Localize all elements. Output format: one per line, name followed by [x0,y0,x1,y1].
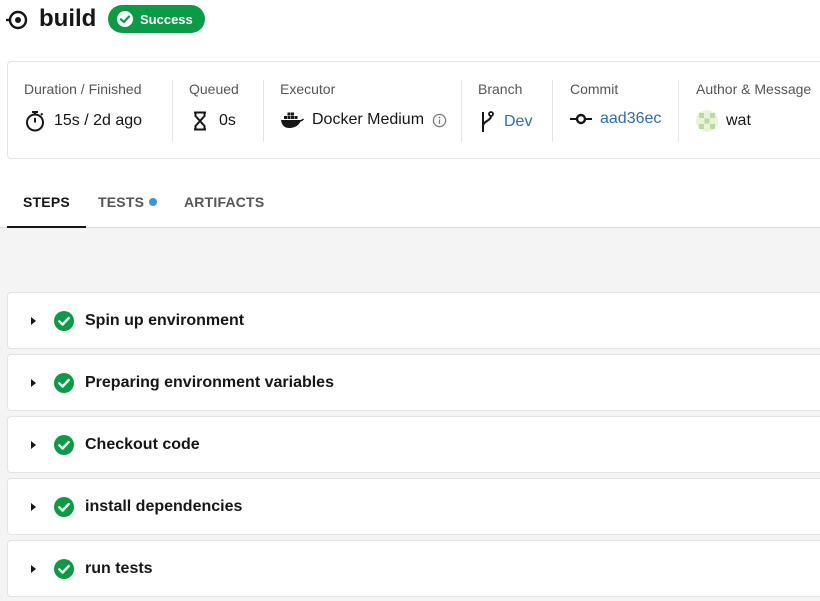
commit-value-row[interactable]: aad36ec [570,110,661,128]
step-label: install dependencies [85,497,243,515]
author-value-row: wat [696,110,751,132]
queued-value: 0s [219,112,236,129]
queued-label: Queued [189,81,239,97]
author-cell: Author & Message wat [696,62,820,158]
success-check-icon [54,558,74,579]
step-row[interactable]: Checkout code [7,416,820,473]
tests-indicator-dot [149,198,158,206]
duration-value: 15s / 2d ago [54,112,143,129]
branch-cell: Branch Dev [478,62,548,158]
duration-value-row: 15s / 2d ago [24,110,142,132]
duration-label: Duration / Finished [24,81,142,97]
caret-right-icon[interactable] [28,316,38,326]
caret-right-icon[interactable] [28,502,38,512]
branch-icon [482,111,494,132]
success-check-icon [54,310,74,331]
step-row[interactable]: run tests [7,540,820,597]
executor-label: Executor [280,81,336,97]
success-check-icon [54,496,74,517]
queued-cell: Queued 0s [189,62,259,158]
docker-icon [281,112,304,128]
job-header: build Success [0,0,820,40]
caret-right-icon[interactable] [28,440,38,450]
executor-value: Docker Medium [312,111,425,128]
branch-value-row[interactable]: Dev [478,110,532,134]
commit-link[interactable]: aad36ec [600,110,661,128]
job-title: build [39,5,97,32]
stopwatch-icon [26,111,44,132]
tab-tests-label: TESTS [98,194,145,210]
author-message: wat [726,112,751,129]
step-label: Spin up environment [85,311,245,329]
tab-artifacts-label: ARTIFACTS [184,194,265,210]
tab-tests[interactable]: TESTS [98,176,158,228]
commit-label: Commit [570,81,619,97]
divider [172,80,173,142]
step-label: Checkout code [85,435,200,453]
executor-cell: Executor Docker Medium [280,62,450,158]
divider [678,80,679,142]
queued-value-row: 0s [189,110,236,132]
job-summary-card: Duration / Finished 15s / 2d ago Queued … [7,61,820,159]
info-icon[interactable] [432,113,447,128]
step-row[interactable]: Preparing environment variables [7,354,820,411]
step-label: run tests [85,559,153,577]
commit-icon [570,113,592,125]
success-check-icon [54,372,74,393]
divider [461,80,462,142]
tab-steps[interactable]: STEPS [7,176,86,229]
tab-steps-label: STEPS [23,194,70,210]
commit-cell: Commit aad36ec [570,62,670,158]
step-row[interactable]: install dependencies [7,478,820,535]
caret-right-icon[interactable] [28,564,38,574]
status-label: Success [140,11,193,27]
caret-right-icon[interactable] [28,378,38,388]
tab-bar: STEPS TESTS ARTIFACTS [0,176,820,229]
check-circle-icon [117,11,133,27]
hourglass-icon [194,111,206,131]
tab-artifacts[interactable]: ARTIFACTS [184,176,264,228]
branch-link[interactable]: Dev [504,113,532,131]
executor-value-row: Docker Medium [280,110,447,130]
step-row[interactable]: Spin up environment [7,292,820,349]
step-label: Preparing environment variables [85,373,334,391]
status-badge: Success [108,5,205,33]
avatar [696,110,718,132]
success-check-icon [54,434,74,455]
branch-label: Branch [478,81,523,97]
duration-cell: Duration / Finished 15s / 2d ago [24,62,174,158]
divider [263,80,264,142]
divider [552,80,553,142]
author-label: Author & Message [696,81,812,97]
job-icon [6,10,28,30]
